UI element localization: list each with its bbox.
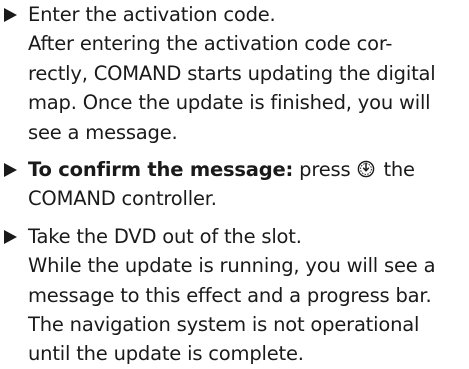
bullet-triangle-icon [3, 155, 23, 184]
step-text-line: rectly, COMAND starts updating the digit… [28, 61, 436, 85]
step-text-line: While the update is running, you will se… [28, 254, 436, 278]
step-text-line: Enter the activation code. [28, 3, 276, 26]
step-text-line: Take the DVD out of the slot. [28, 224, 302, 248]
step-text-line: To confirm the message: press the [28, 155, 459, 184]
step-text-line: The navigation system is not operational [28, 313, 420, 337]
step-text-line: COMAND controller. [28, 187, 217, 211]
step-confirm-message: To confirm the message: press the COMAND… [3, 155, 459, 214]
press-controller-icon [357, 157, 375, 178]
instruction-page: Enter the activation code. After enterin… [0, 0, 469, 365]
step-text-line: map. Once the update is finished, you wi… [28, 91, 431, 115]
step-text-fragment: the [383, 158, 415, 182]
step-text-fragment: press [299, 158, 351, 182]
step-text-line: see a message. [28, 120, 178, 144]
step-enter-activation-code: Enter the activation code. After enterin… [3, 0, 459, 147]
bullet-triangle-icon [3, 0, 23, 29]
bullet-triangle-icon [3, 222, 23, 251]
step-text-line: After entering the activation code cor- [28, 32, 393, 56]
step-remove-dvd: Take the DVD out of the slot. While the … [3, 222, 459, 369]
step-bold-label: To confirm the message: [28, 158, 294, 182]
step-text-line: message to this effect and a progress ba… [28, 283, 432, 307]
step-text-line: until the update is complete. [28, 342, 304, 366]
